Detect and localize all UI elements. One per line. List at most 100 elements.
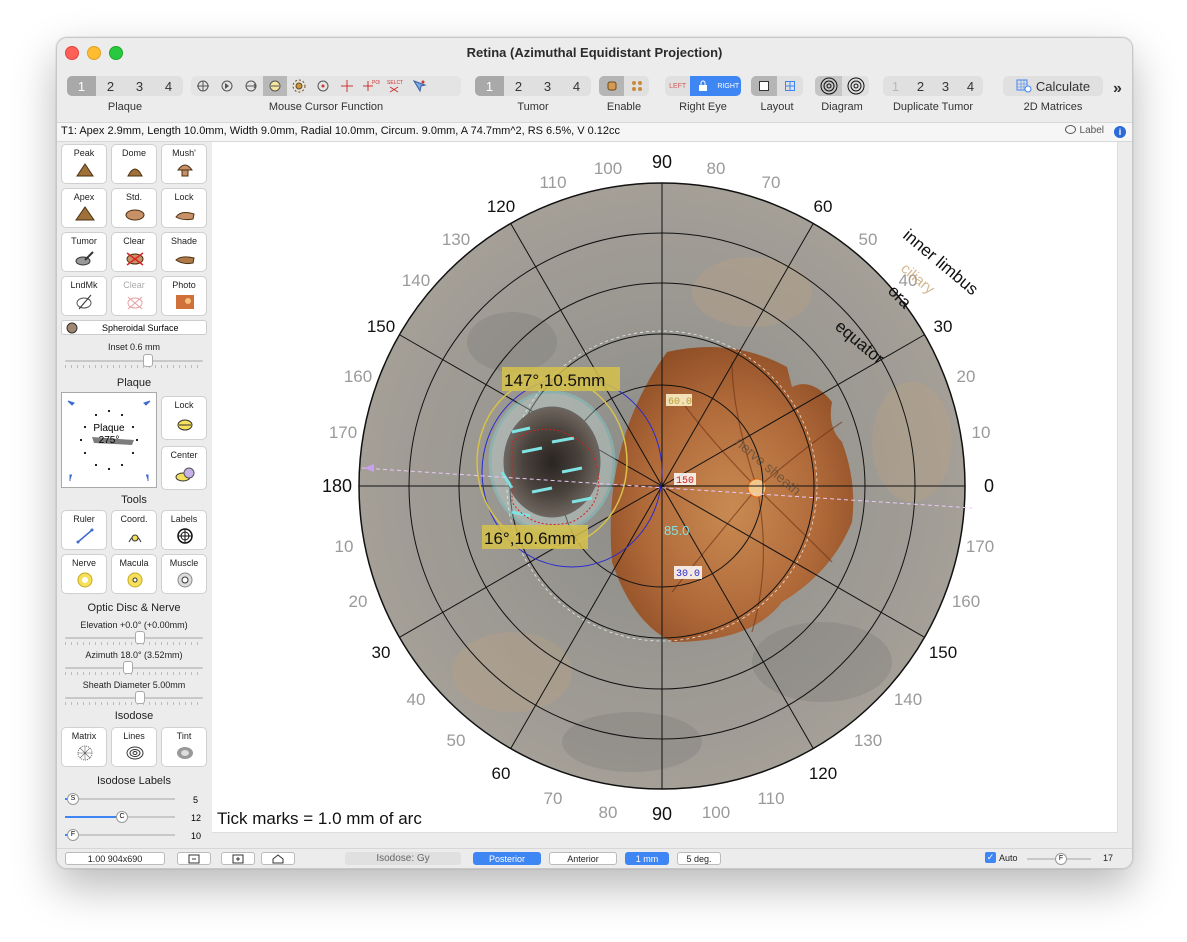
left-eye-option[interactable]: LEFT (665, 76, 690, 96)
labels-button[interactable]: Labels (161, 510, 207, 550)
s-label-slider[interactable]: S (65, 793, 175, 805)
diagram-target-icon[interactable] (815, 76, 842, 96)
peak-button[interactable]: Peak (61, 144, 107, 184)
layout-grid-icon[interactable] (777, 76, 803, 96)
isodose-units-select[interactable]: Isodose: Gy (345, 852, 461, 865)
mm-button[interactable]: 1 mm (625, 852, 669, 865)
pan-icon[interactable] (191, 76, 215, 96)
info-icon[interactable]: i (1114, 126, 1126, 138)
azimuth-knob[interactable] (123, 661, 133, 674)
elevation-slider[interactable] (65, 631, 203, 645)
enable-tumor-icon[interactable] (599, 76, 624, 96)
retina-diagram[interactable]: 90 90 180 0 100 110 120 130 140 150 160 … (212, 142, 1117, 832)
tumor-1[interactable]: 1 (475, 76, 504, 96)
lines-button[interactable]: Lines (111, 727, 157, 767)
more-chevron-icon[interactable]: » (1113, 80, 1122, 98)
photo-button[interactable]: Photo (161, 276, 207, 316)
plaque-4[interactable]: 4 (154, 76, 183, 96)
sheath-slider[interactable] (65, 691, 203, 705)
plaque-2[interactable]: 2 (96, 76, 125, 96)
auto-slider-knob[interactable]: F (1055, 853, 1067, 865)
crosshair-icon[interactable] (335, 76, 359, 96)
plaque-segment[interactable]: 1 2 3 4 (67, 76, 183, 96)
mouse-cursor-segment[interactable]: POI SELCT (191, 76, 461, 96)
duplicate-2[interactable]: 2 (908, 76, 933, 96)
c-label-slider[interactable]: C (65, 811, 175, 823)
muscle-button[interactable]: Muscle (161, 554, 207, 594)
enable-segment[interactable] (599, 76, 649, 96)
tint-button[interactable]: Tint (161, 727, 207, 767)
auto-checkbox[interactable]: ✓ (985, 852, 996, 863)
plaque-center-button[interactable]: Center (161, 446, 207, 490)
landmark-icon[interactable] (407, 76, 431, 96)
tumor-3[interactable]: 3 (533, 76, 562, 96)
zoom-out-button[interactable] (177, 852, 211, 865)
plaque-rotation-widget[interactable]: Plaque 275° (61, 392, 157, 488)
lock-shape-button[interactable]: Lock (161, 188, 207, 228)
move-icon[interactable] (239, 76, 263, 96)
label-button[interactable]: Label (1064, 125, 1104, 136)
layout-single-icon[interactable] (751, 76, 777, 96)
duplicate-segment[interactable]: 1 2 3 4 (883, 76, 983, 96)
nerve-button[interactable]: Nerve (61, 554, 107, 594)
enable-multi-icon[interactable] (624, 76, 649, 96)
auto-slider[interactable]: F (1027, 853, 1091, 865)
inset-slider[interactable] (65, 354, 203, 368)
sun-icon[interactable] (287, 76, 311, 96)
diagram-rings-icon[interactable] (842, 76, 869, 96)
dome-button[interactable]: Dome (111, 144, 157, 184)
close-button[interactable] (65, 46, 79, 60)
matrix-button[interactable]: Matrix (61, 727, 107, 767)
plaque-3[interactable]: 3 (125, 76, 154, 96)
eye-lock-icon[interactable] (690, 76, 716, 96)
duplicate-1[interactable]: 1 (883, 76, 908, 96)
azimuth-slider[interactable] (65, 661, 203, 675)
c-slider-knob[interactable]: C (116, 811, 128, 823)
select-tool-icon[interactable]: SELCT (383, 76, 407, 96)
tumor-2[interactable]: 2 (504, 76, 533, 96)
macula-button[interactable]: Macula (111, 554, 157, 594)
plaque-1[interactable]: 1 (67, 76, 96, 96)
f-label-slider[interactable]: F (65, 829, 175, 841)
anterior-button[interactable]: Anterior (549, 852, 617, 865)
zoom-button[interactable] (109, 46, 123, 60)
standard-button[interactable]: Std. (111, 188, 157, 228)
matrix-grid-icon (77, 745, 93, 761)
tumor-tool-button[interactable]: Tumor (61, 232, 107, 272)
apex-button[interactable]: Apex (61, 188, 107, 228)
layout-segment[interactable] (751, 76, 803, 96)
rotate-icon[interactable] (215, 76, 239, 96)
poi-icon[interactable]: POI (359, 76, 383, 96)
plaque-lock-button[interactable]: Lock (161, 396, 207, 440)
duplicate-3[interactable]: 3 (933, 76, 958, 96)
tumor-segment[interactable]: 1 2 3 4 (475, 76, 591, 96)
calculate-button[interactable]: Calculate (1003, 76, 1103, 96)
s-slider-knob[interactable]: S (67, 793, 79, 805)
select-icon[interactable] (263, 76, 287, 96)
lock-shape-icon (175, 212, 195, 221)
clear-landmark-button[interactable]: Clear (111, 276, 157, 316)
ruler-button[interactable]: Ruler (61, 510, 107, 550)
home-button[interactable] (261, 852, 295, 865)
deg-button[interactable]: 5 deg. (677, 852, 721, 865)
sheath-knob[interactable] (135, 691, 145, 704)
coord-button[interactable]: Coord. (111, 510, 157, 550)
retina-diagram-canvas[interactable]: 90 90 180 0 100 110 120 130 140 150 160 … (212, 142, 1118, 833)
elevation-knob[interactable] (135, 631, 145, 644)
landmark-button[interactable]: LndMk (61, 276, 107, 316)
surface-select[interactable]: Spheroidal Surface (61, 320, 207, 335)
tumor-4[interactable]: 4 (562, 76, 591, 96)
clear-tumor-button[interactable]: Clear (111, 232, 157, 272)
mushroom-button[interactable]: Mush' (161, 144, 207, 184)
inset-knob[interactable] (143, 354, 153, 367)
f-slider-knob[interactable]: F (67, 829, 79, 841)
target-icon[interactable] (311, 76, 335, 96)
shade-button[interactable]: Shade (161, 232, 207, 272)
duplicate-4[interactable]: 4 (958, 76, 983, 96)
diagram-segment[interactable] (815, 76, 869, 96)
posterior-button[interactable]: Posterior (473, 852, 541, 865)
eye-segment[interactable]: LEFT RIGHT (665, 76, 741, 96)
right-eye-option[interactable]: RIGHT (715, 76, 741, 96)
zoom-in-button[interactable] (221, 852, 255, 865)
minimize-button[interactable] (87, 46, 101, 60)
